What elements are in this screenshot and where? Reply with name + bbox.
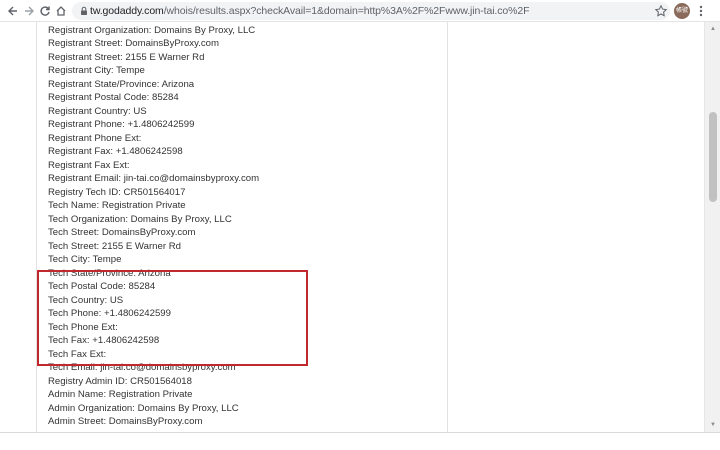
whois-record: Registrant Name: Registration PrivateReg… [48, 22, 259, 429]
scroll-up-arrow-icon[interactable]: ▲ [705, 22, 720, 36]
whois-line: Registrant Organization: Domains By Prox… [48, 24, 256, 36]
whois-line: Registrant Street: 2155 E Warner Rd [48, 51, 205, 63]
whois-line: Registrant Country: US [48, 105, 147, 117]
page-content: Registrant Name: Registration PrivateReg… [0, 22, 704, 432]
whois-line: Registrant City: Tempe [48, 65, 145, 76]
whois-line: Admin Name: Registration Private [48, 389, 193, 400]
url-host: tw.godaddy.com [90, 5, 164, 17]
profile-avatar[interactable]: 帳號 [674, 3, 690, 19]
whois-line: Tech Organization: Domains By Proxy, LLC [48, 213, 232, 225]
url-text[interactable]: tw.godaddy.com/whois/results.aspx?checkA… [90, 4, 530, 18]
address-bar[interactable]: tw.godaddy.com/whois/results.aspx?checkA… [72, 2, 670, 20]
browser-toolbar: tw.godaddy.com/whois/results.aspx?checkA… [0, 0, 720, 22]
whois-line: Registrant Street: DomainsByProxy.com [48, 38, 219, 49]
whois-line: Tech Name: Registration Private [48, 200, 186, 211]
whois-line: Tech Street: DomainsByProxy.com [48, 227, 196, 238]
whois-line: Registrant Postal Code: 85284 [48, 92, 179, 103]
whois-line: Registrant Phone: +1.4806242599 [48, 119, 195, 130]
bookmark-star-icon[interactable] [654, 4, 668, 18]
home-icon[interactable] [52, 2, 70, 20]
scrollbar-thumb[interactable] [709, 112, 717, 202]
url-path: /whois/results.aspx?checkAvail=1&domain=… [163, 5, 530, 17]
whois-line: Registrant Fax Ext: [48, 159, 130, 171]
whois-line: Tech Street: 2155 E Warner Rd [48, 240, 181, 252]
lock-icon[interactable] [78, 5, 90, 17]
whois-line: Registry Tech ID: CR501564017 [48, 186, 186, 198]
whois-line: Registrant Phone Ext: [48, 132, 142, 144]
whois-line: Admin Street: DomainsByProxy.com [48, 416, 203, 427]
menu-kebab-icon[interactable] [696, 3, 706, 19]
whois-line: Registry Admin ID: CR501564018 [48, 375, 192, 387]
whois-line: Registrant Email: jin-tai.co@domainsbypr… [48, 173, 260, 184]
scroll-down-arrow-icon[interactable]: ▼ [705, 418, 720, 432]
whois-line: Admin Organization: Domains By Proxy, LL… [48, 402, 239, 414]
highlight-box [37, 270, 308, 366]
whois-line: Registrant State/Province: Arizona [48, 78, 195, 90]
whois-line: Registrant Fax: +1.4806242598 [48, 146, 183, 157]
vertical-scrollbar[interactable]: ▲ ▼ [704, 22, 720, 432]
bottom-strip [0, 432, 720, 450]
whois-line: Tech City: Tempe [48, 254, 122, 265]
